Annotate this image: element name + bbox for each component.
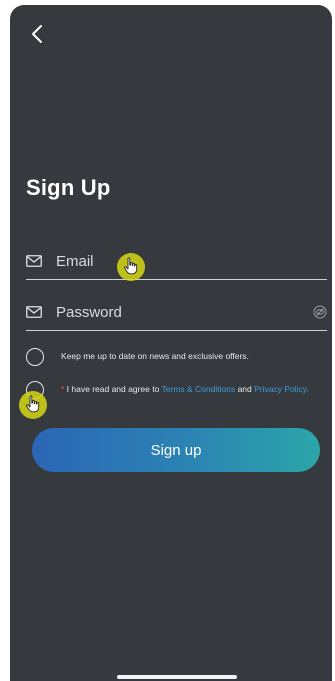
cursor-highlight xyxy=(19,391,47,419)
terms-link[interactable]: Terms & Conditions xyxy=(162,384,236,394)
terms-suffix: . xyxy=(306,384,309,394)
hand-pointer-icon xyxy=(124,257,138,275)
terms-option[interactable]: * I have read and agree to Terms & Condi… xyxy=(26,380,326,399)
eye-off-icon[interactable] xyxy=(313,305,327,319)
password-input[interactable] xyxy=(56,303,313,321)
cursor-highlight xyxy=(117,253,145,281)
back-button[interactable] xyxy=(24,21,50,47)
terms-prefix: I have read and agree to xyxy=(64,384,162,394)
phone-screen: Sign Up Keep me up to date on news and e… xyxy=(10,5,332,681)
newsletter-option[interactable]: Keep me up to date on news and exclusive… xyxy=(26,347,326,366)
newsletter-radio[interactable] xyxy=(26,348,44,366)
password-field[interactable] xyxy=(26,294,327,331)
mail-icon xyxy=(26,255,42,267)
email-field[interactable] xyxy=(26,243,327,280)
page-title: Sign Up xyxy=(26,175,111,200)
signup-button[interactable]: Sign up xyxy=(32,428,320,472)
terms-and: and xyxy=(235,384,255,394)
hand-pointer-icon xyxy=(26,395,40,413)
mail-icon xyxy=(26,306,42,318)
email-input[interactable] xyxy=(56,252,327,270)
terms-label: * I have read and agree to Terms & Condi… xyxy=(61,384,309,395)
chevron-left-icon xyxy=(32,25,42,43)
newsletter-label: Keep me up to date on news and exclusive… xyxy=(61,351,249,361)
home-indicator[interactable] xyxy=(117,675,237,679)
privacy-link[interactable]: Privacy Policy xyxy=(254,384,306,394)
